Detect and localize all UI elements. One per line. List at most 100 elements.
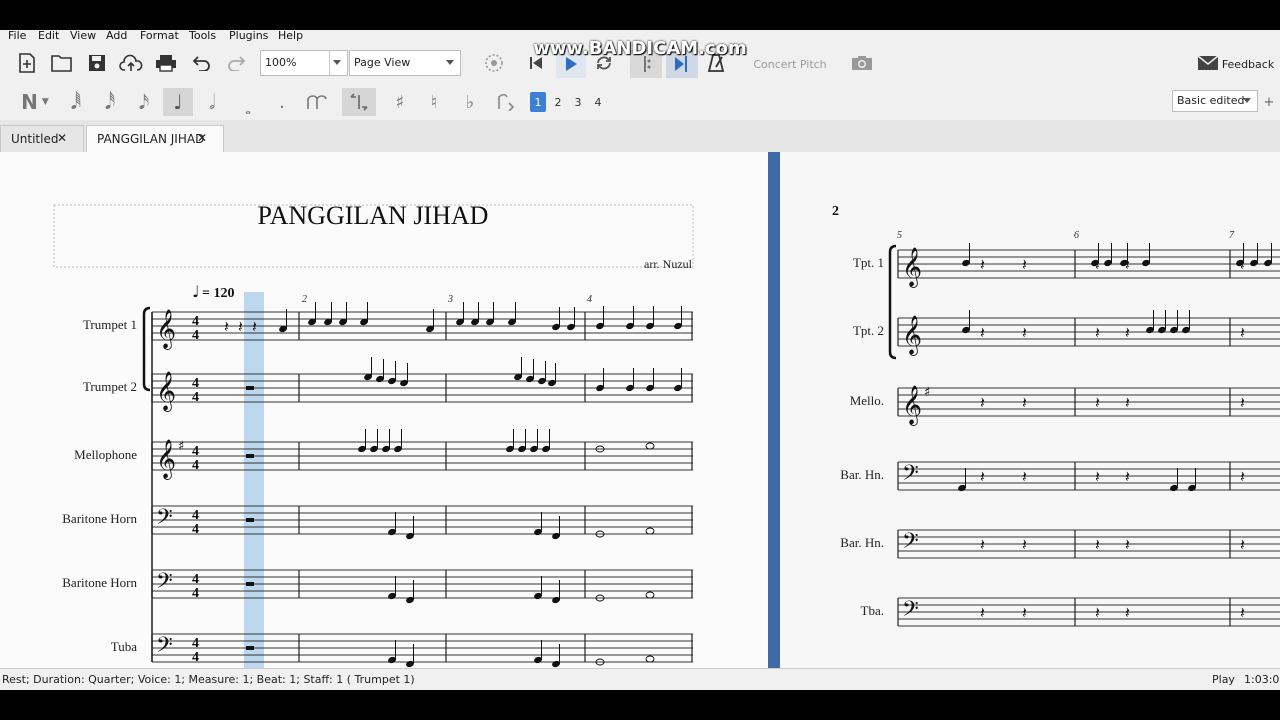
- feedback-button[interactable]: Feedback: [1222, 56, 1274, 72]
- feedback-icon[interactable]: [1196, 54, 1220, 72]
- selection-highlight: [244, 292, 264, 668]
- time-sig-bottom: 4: [192, 586, 199, 601]
- close-icon[interactable]: ✕: [197, 131, 207, 145]
- key-sharp: ♯: [178, 439, 184, 454]
- half-note-icon[interactable]: 𝅗𝅥: [202, 90, 222, 114]
- note-input-icon[interactable]: N ▼: [16, 90, 54, 114]
- flip-direction-icon[interactable]: [342, 88, 376, 116]
- view-mode-value: Page View: [354, 56, 411, 69]
- quarter-rest: 𝄽: [238, 317, 243, 336]
- metronome-dial-icon[interactable]: [482, 52, 506, 74]
- new-file-icon[interactable]: [16, 52, 38, 74]
- menu-plugins[interactable]: Plugins: [229, 29, 268, 42]
- tempo-marking[interactable]: = 120: [202, 286, 234, 301]
- quarter-note-icon[interactable]: ♩: [163, 88, 193, 116]
- quarter-rest: 𝄽: [980, 393, 985, 412]
- quarter-rest: 𝄽: [1095, 323, 1100, 342]
- print-icon[interactable]: [154, 52, 178, 74]
- instrument-label: Tuba: [111, 639, 137, 654]
- status-time: 1:03:000: [1244, 673, 1280, 686]
- camera-icon[interactable]: [848, 52, 876, 74]
- menu-help[interactable]: Help: [278, 29, 303, 42]
- treble-clef: 𝄞: [902, 385, 922, 426]
- menu-edit[interactable]: Edit: [38, 29, 59, 42]
- quarter-rest: 𝄽: [224, 317, 229, 336]
- cloud-upload-icon[interactable]: [118, 52, 144, 74]
- workspace-select[interactable]: Basic edited: [1172, 90, 1258, 112]
- time-sig-bottom: 4: [192, 650, 199, 665]
- quarter-rest: 𝄽: [1125, 603, 1130, 622]
- bass-clef: 𝄢: [156, 633, 173, 663]
- open-folder-icon[interactable]: [50, 52, 74, 74]
- quarter-rest: 𝄽: [1125, 467, 1130, 486]
- watermark: www.BANDICAM.com: [533, 37, 747, 59]
- time-sig-top: 4: [192, 572, 199, 587]
- bass-clef: 𝄢: [902, 529, 919, 559]
- quarter-rest: 𝄽: [1022, 323, 1027, 342]
- instrument-label: Trumpet 2: [83, 379, 137, 394]
- menu-view[interactable]: View: [70, 29, 96, 42]
- instrument-label-short: Bar. Hn.: [840, 467, 884, 482]
- tab-label: PANGGILAN JIHAD: [97, 132, 205, 146]
- quarter-rest: 𝄽: [1240, 535, 1245, 554]
- whole-rest: [246, 518, 254, 522]
- menu-format[interactable]: Format: [140, 29, 179, 42]
- menu-file[interactable]: File: [8, 29, 26, 42]
- bottom-bar: [0, 690, 1280, 720]
- instrument-label-short: Mello.: [850, 393, 884, 408]
- menu-tools[interactable]: Tools: [189, 29, 216, 42]
- score-title[interactable]: PANGGILAN JIHAD: [258, 201, 489, 230]
- sharp-icon[interactable]: ♯: [390, 90, 410, 114]
- add-workspace-button[interactable]: +: [1262, 92, 1276, 112]
- redo-icon[interactable]: [226, 52, 248, 74]
- time-sig-bottom: 4: [192, 522, 199, 537]
- dot-icon[interactable]: .: [274, 90, 290, 114]
- natural-icon[interactable]: ♮: [424, 90, 444, 114]
- measure-number: 2: [302, 294, 307, 305]
- flat-icon[interactable]: ♭: [460, 90, 480, 114]
- voice-4-button[interactable]: 4: [590, 92, 606, 112]
- close-icon[interactable]: ✕: [57, 131, 67, 145]
- tab-untitled[interactable]: Untitled ✕: [0, 125, 84, 152]
- score-canvas[interactable]: PANGGILAN JIHAD arr. Nuzul ♩ = 120 2 Tru…: [0, 152, 1280, 668]
- quarter-rest: 𝄽: [1022, 393, 1027, 412]
- whole-rest: [246, 582, 254, 586]
- score-svg[interactable]: PANGGILAN JIHAD arr. Nuzul ♩ = 120 2 Tru…: [0, 152, 1280, 668]
- quarter-rest: 𝄽: [1125, 535, 1130, 554]
- bass-clef: 𝄢: [902, 597, 919, 627]
- quarter-rest: 𝄽: [980, 323, 985, 342]
- bracket: [142, 306, 151, 392]
- note-input-toolbar: N ▼ 𝅘𝅥𝅱 𝅘𝅥𝅰 𝅘𝅥𝅯 ♩ 𝅗𝅥 𝅝 . ♯ ♮ ♭ 1 2 3 4 Ba…: [0, 84, 1280, 121]
- tie-icon[interactable]: [304, 90, 330, 114]
- arranger-text[interactable]: arr. Nuzul: [644, 257, 693, 271]
- whole-rest: [246, 646, 254, 650]
- workspace-value: Basic edited: [1177, 94, 1245, 107]
- half-note-head: [645, 655, 655, 663]
- measure-number: 5: [897, 230, 902, 241]
- voice-3-button[interactable]: 3: [570, 92, 586, 112]
- quarter-rest: 𝄽: [1022, 535, 1027, 554]
- view-mode-select[interactable]: Page View: [349, 50, 461, 76]
- time-sig-top: 4: [192, 636, 199, 651]
- voice-flip-icon[interactable]: [494, 90, 518, 114]
- status-bar: Rest; Duration: Quarter; Voice: 1; Measu…: [0, 668, 1280, 691]
- page-2: [780, 152, 1280, 668]
- key-sharp: ♯: [924, 385, 930, 400]
- zoom-select[interactable]: 100%: [260, 50, 348, 76]
- half-note-head: [645, 591, 655, 599]
- sixteenth-note-icon[interactable]: 𝅘𝅥𝅯: [134, 90, 154, 114]
- thirty-second-note-icon[interactable]: 𝅘𝅥𝅰: [100, 90, 120, 114]
- instrument-label-short: Tpt. 1: [853, 255, 884, 270]
- page-number: 2: [832, 204, 839, 219]
- quarter-rest: 𝄽: [1022, 467, 1027, 486]
- voice-1-button[interactable]: 1: [530, 92, 546, 112]
- save-icon[interactable]: [86, 52, 108, 74]
- half-note-head: [645, 442, 655, 450]
- undo-icon[interactable]: [190, 52, 212, 74]
- voice-2-button[interactable]: 2: [550, 92, 566, 112]
- tab-panggilan-jihad[interactable]: PANGGILAN JIHAD ✕: [86, 125, 224, 153]
- menu-add[interactable]: Add: [106, 29, 127, 42]
- sixty-fourth-note-icon[interactable]: 𝅘𝅥𝅱: [66, 90, 86, 114]
- concert-pitch-button[interactable]: Concert Pitch: [748, 56, 832, 72]
- whole-note-icon[interactable]: 𝅝: [238, 90, 258, 122]
